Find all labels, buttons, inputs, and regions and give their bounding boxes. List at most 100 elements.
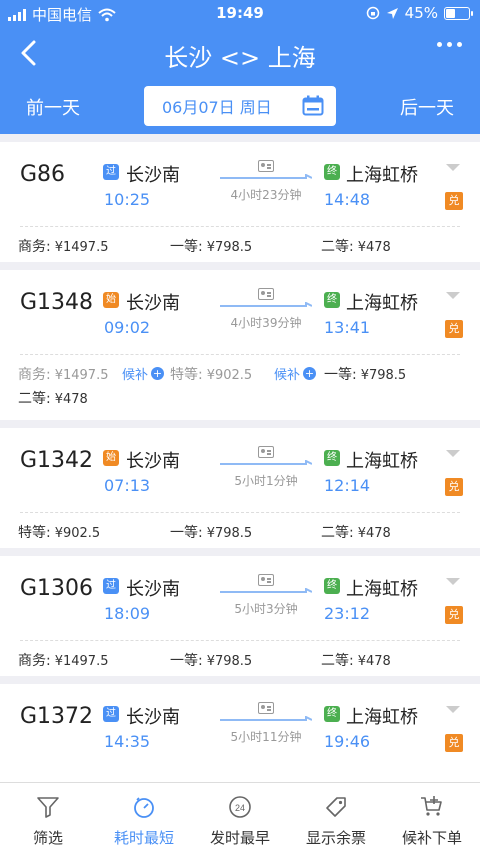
- seat-price-item: 二等: ¥478: [321, 525, 391, 541]
- from-station: 长沙南: [126, 293, 180, 314]
- chevron-down-icon[interactable]: [446, 292, 460, 299]
- to-station: 上海虹桥: [346, 579, 418, 600]
- to-station: 上海虹桥: [346, 451, 418, 472]
- chevron-down-icon[interactable]: [446, 706, 460, 713]
- terminal-badge: 终: [324, 706, 340, 722]
- train-number: G1372: [20, 704, 94, 729]
- train-list: G86 过 长沙南 10:25 4小时23分钟 终 上海虹桥 14:48 兑 商…: [0, 142, 480, 792]
- pass-badge: 过: [103, 164, 119, 180]
- route-info: 4小时23分钟: [220, 160, 312, 202]
- waitlist-button[interactable]: 候补 +: [274, 364, 317, 383]
- chevron-down-icon[interactable]: [446, 164, 460, 171]
- id-card-icon: [258, 288, 274, 300]
- seat-price-item: 商务: ¥1497.5: [18, 653, 109, 669]
- show-remaining-tab[interactable]: 显示余票: [288, 783, 384, 854]
- filter-tab[interactable]: 筛选: [0, 783, 96, 854]
- from-station: 长沙南: [126, 165, 180, 186]
- date-bar: 前一天 06月07日 周日 后一天: [0, 86, 480, 126]
- cart-plus-icon: [421, 796, 442, 816]
- date-text: 06月07日 周日: [162, 98, 272, 117]
- arrival-time: 19:46: [324, 732, 371, 751]
- id-card-icon: [258, 446, 274, 458]
- terminal-badge: 终: [324, 292, 340, 308]
- arrow-icon: [220, 588, 312, 593]
- waitlist-order-tab[interactable]: 候补下单: [384, 783, 480, 854]
- plus-icon: +: [303, 367, 317, 380]
- chevron-down-icon[interactable]: [446, 578, 460, 585]
- train-card[interactable]: G1342 始 长沙南 07:13 5小时1分钟 终 上海虹桥 12:14 兑 …: [0, 428, 480, 548]
- more-button[interactable]: [437, 42, 462, 47]
- train-card[interactable]: G86 过 长沙南 10:25 4小时23分钟 终 上海虹桥 14:48 兑 商…: [0, 142, 480, 262]
- duration: 5小时3分钟: [234, 602, 298, 616]
- duration: 4小时23分钟: [230, 188, 302, 202]
- from-station: 长沙南: [126, 707, 180, 728]
- origin-badge: 始: [103, 450, 119, 466]
- svg-text:24: 24: [235, 803, 245, 813]
- arrow-icon: [220, 460, 312, 465]
- terminal-badge: 终: [324, 450, 340, 466]
- ticket-tag-icon: [326, 797, 346, 817]
- seat-price-item: 二等: ¥478: [18, 391, 88, 407]
- date-picker[interactable]: 06月07日 周日: [144, 86, 336, 126]
- shortest-duration-tab[interactable]: 耗时最短: [96, 783, 192, 854]
- departure-time: 07:13: [104, 476, 151, 495]
- seat-price-item: 二等: ¥478: [321, 239, 391, 255]
- pass-badge: 过: [103, 706, 119, 722]
- tab-label: 发时最早: [209, 829, 270, 847]
- earliest-departure-tab[interactable]: 24 发时最早: [192, 783, 288, 854]
- route-info: 5小时3分钟: [220, 574, 312, 616]
- divider: [20, 354, 460, 355]
- to-station: 上海虹桥: [346, 165, 418, 186]
- waitlist-button[interactable]: 候补 +: [122, 364, 165, 383]
- arrow-icon: [220, 302, 312, 307]
- next-day-button[interactable]: 后一天: [400, 94, 454, 120]
- train-number: G1342: [20, 448, 94, 473]
- seat-price-item: 二等: ¥478: [321, 653, 391, 669]
- train-number: G86: [20, 162, 66, 187]
- page-title: 长沙 <> 上海: [164, 44, 316, 72]
- divider: [20, 226, 460, 227]
- navbar: 长沙 <> 上海: [0, 28, 480, 78]
- seat-price-item: 一等: ¥798.5: [170, 653, 253, 669]
- arrival-time: 13:41: [324, 318, 371, 337]
- seat-price-item: 一等: ¥798.5: [170, 239, 253, 255]
- terminal-badge: 终: [324, 578, 340, 594]
- seat-price-item: 特等: ¥902.5: [170, 367, 253, 383]
- exchange-badge: 兑: [445, 606, 463, 624]
- chevron-down-icon[interactable]: [446, 450, 460, 457]
- calendar-icon: [302, 95, 324, 116]
- train-card[interactable]: G1348 始 长沙南 09:02 4小时39分钟 终 上海虹桥 13:41 兑…: [0, 270, 480, 420]
- train-card[interactable]: G1372 过 长沙南 14:35 5小时11分钟 终 上海虹桥 19:46 兑: [0, 684, 480, 784]
- arrival-time: 23:12: [324, 604, 371, 623]
- tab-label: 候补下单: [401, 829, 462, 847]
- arrow-icon: [220, 174, 312, 179]
- clock-24-icon: 24: [229, 796, 251, 818]
- route-info: 5小时1分钟: [220, 446, 312, 488]
- duration: 5小时1分钟: [234, 474, 298, 488]
- seat-price-item: 一等: ¥798.5: [324, 367, 407, 383]
- route-info: 5小时11分钟: [220, 702, 312, 744]
- seat-price-item: 一等: ¥798.5: [170, 525, 253, 541]
- id-card-icon: [258, 160, 274, 172]
- from-station: 长沙南: [126, 451, 180, 472]
- exchange-badge: 兑: [445, 478, 463, 496]
- duration: 4小时39分钟: [230, 316, 302, 330]
- arrow-icon: [220, 716, 312, 721]
- arrival-time: 14:48: [324, 190, 371, 209]
- train-number: G1306: [20, 576, 94, 601]
- seat-price-item: 特等: ¥902.5: [18, 525, 101, 541]
- plus-icon: +: [151, 367, 165, 380]
- battery-percent: 45%: [404, 4, 438, 22]
- to-station: 上海虹桥: [346, 293, 418, 314]
- pass-badge: 过: [103, 578, 119, 594]
- prev-day-button[interactable]: 前一天: [26, 94, 80, 120]
- tab-label: 耗时最短: [113, 829, 174, 847]
- terminal-badge: 终: [324, 164, 340, 180]
- from-station: 长沙南: [126, 579, 180, 600]
- exchange-badge: 兑: [445, 734, 463, 752]
- exchange-badge: 兑: [445, 320, 463, 338]
- train-card[interactable]: G1306 过 长沙南 18:09 5小时3分钟 终 上海虹桥 23:12 兑 …: [0, 556, 480, 676]
- origin-badge: 始: [103, 292, 119, 308]
- to-station: 上海虹桥: [346, 707, 418, 728]
- filter-icon: [37, 797, 59, 818]
